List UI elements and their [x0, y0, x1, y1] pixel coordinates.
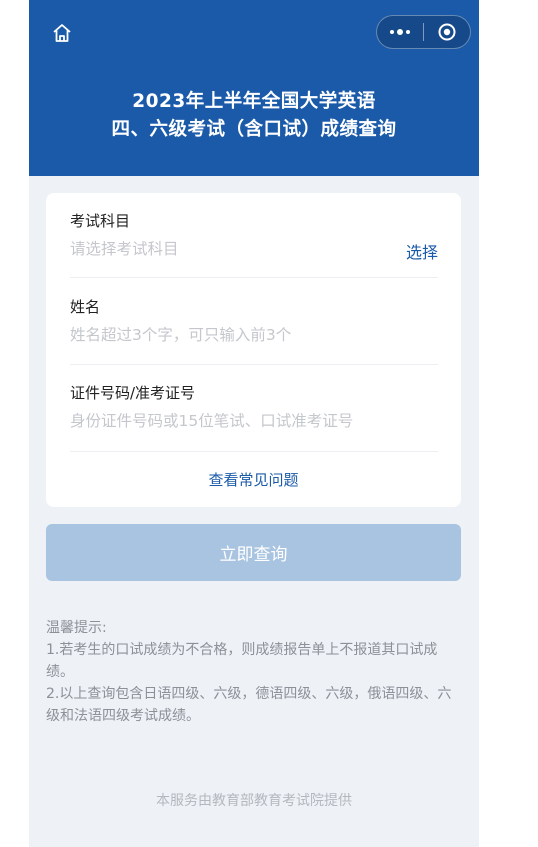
id-number-input[interactable]	[70, 409, 438, 433]
tips-section: 温馨提示: 1.若考生的口试成绩为不合格，则成绩报告单上不报道其口试成绩。 2.…	[46, 617, 461, 727]
id-number-field: 证件号码/准考证号	[70, 383, 438, 433]
footer-text: 本服务由教育部教育考试院提供	[156, 793, 352, 809]
app-window: 2023年上半年全国大学英语 四、六级考试（含口试）成绩查询 考试科目 选择 姓…	[29, 0, 479, 847]
home-icon	[53, 24, 71, 42]
subject-select-input[interactable]	[70, 237, 370, 261]
tips-line: 2.以上查询包含日语四级、六级，德语四级、六级，俄语四级、六级和法语四级考试成绩…	[46, 686, 452, 724]
name-field: 姓名	[70, 297, 438, 347]
query-form-card: 考试科目 选择 姓名 证件号码/准考证号 查看常见问题	[46, 193, 461, 507]
divider	[70, 364, 438, 365]
id-number-label: 证件号码/准考证号	[70, 384, 196, 402]
mini-program-capsule	[376, 15, 471, 49]
divider	[70, 451, 438, 452]
more-button[interactable]	[377, 16, 423, 48]
subject-select-button[interactable]: 选择	[406, 239, 438, 263]
target-close-icon	[438, 23, 456, 41]
name-label: 姓名	[70, 298, 101, 316]
name-input[interactable]	[70, 323, 370, 347]
header: 2023年上半年全国大学英语 四、六级考试（含口试）成绩查询	[29, 0, 479, 176]
more-dots-icon	[390, 29, 410, 35]
home-button[interactable]	[47, 18, 77, 48]
tips-line: 1.若考生的口试成绩为不合格，则成绩报告单上不报道其口试成绩。	[46, 642, 438, 680]
tips-title: 温馨提示:	[46, 620, 107, 636]
subject-label: 考试科目	[70, 212, 131, 230]
query-submit-button[interactable]: 立即查询	[46, 524, 461, 581]
divider	[70, 277, 438, 278]
page-title-line1: 2023年上半年全国大学英语	[132, 91, 376, 112]
close-button[interactable]	[424, 16, 470, 48]
page-title: 2023年上半年全国大学英语 四、六级考试（含口试）成绩查询	[29, 88, 479, 144]
subject-field: 考试科目 选择	[70, 211, 438, 262]
faq-link[interactable]: 查看常见问题	[46, 469, 461, 490]
page-title-line2: 四、六级考试（含口试）成绩查询	[111, 119, 397, 140]
